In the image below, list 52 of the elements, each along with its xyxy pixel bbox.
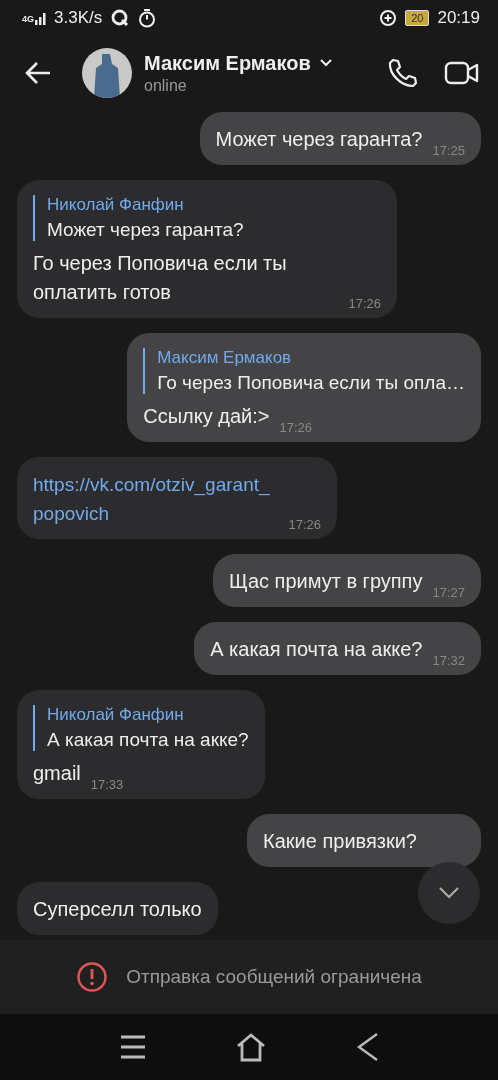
message-time: 17:26 <box>279 420 312 435</box>
message-text: Ссылку дай:> <box>143 404 270 429</box>
timer-icon <box>138 8 157 28</box>
message-text: Щас примут в группу <box>228 569 423 594</box>
message-bubble[interactable]: Суперселл только <box>17 882 218 935</box>
message-bubble[interactable]: Николай Фанфин А какая почта на акке? gmail 17:33 <box>17 690 265 799</box>
notice-text: Отправка сообщений ограничена <box>126 966 422 988</box>
reply-author: Николай Фанфин <box>47 705 185 725</box>
contact-name[interactable]: Максим Ермаков <box>144 51 311 75</box>
battery-indicator: 20 <box>405 10 430 26</box>
reply-author: Максим Ермаков <box>157 348 293 368</box>
message-bubble[interactable]: Николай Фанфин Может через гаранта? Го через Поповича если ты оплатить готов 17:26 <box>17 180 397 318</box>
home-icon[interactable] <box>235 1032 267 1062</box>
message-bubble[interactable]: А какая почта на акке? 17:32 <box>194 622 481 675</box>
avatar[interactable] <box>82 48 132 98</box>
message-bubble[interactable]: https://vk.com/otziv_garant_popovich 17:26 <box>17 457 337 539</box>
reply-text: А какая почта на акке? <box>47 729 249 751</box>
clock: 20:19 <box>437 8 480 28</box>
message-time: 17:26 <box>348 296 381 311</box>
network-indicator: 4G <box>22 14 34 24</box>
message-text: gmail <box>33 761 81 786</box>
link[interactable]: https://vk.com/otziv_garant_popovich <box>33 470 279 528</box>
message-bubble[interactable]: Может через гаранта? 17:25 <box>199 112 481 165</box>
message-text: Какие привязки? <box>263 829 417 854</box>
chevron-down-icon[interactable] <box>318 58 333 68</box>
back-icon[interactable] <box>355 1032 379 1062</box>
menu-icon[interactable] <box>119 1033 147 1061</box>
message-text: А какая почта на акке? <box>210 637 423 662</box>
reply-author: Николай Фанфин <box>47 195 185 215</box>
reply-text: Го через Поповича если ты опла… <box>157 372 465 394</box>
message-bubble[interactable]: Щас примут в группу 17:27 <box>212 554 481 607</box>
message-bubble[interactable]: Какие привязки? <box>247 814 481 867</box>
message-time: 17:26 <box>288 517 321 532</box>
contact-status: online <box>144 76 188 95</box>
message-text: Может через гаранта? <box>215 127 423 152</box>
data-saver-icon <box>379 9 398 27</box>
message-text: Суперселл только <box>33 897 202 922</box>
reply-text: Может через гаранта? <box>47 219 245 241</box>
message-text: Го через Поповича если ты оплатить готов <box>33 251 288 305</box>
message-time: 17:32 <box>432 653 465 668</box>
back-arrow-icon[interactable] <box>24 61 52 85</box>
network-speed: 3.3K/s <box>54 8 103 28</box>
message-bubble[interactable]: Максим Ермаков Го через Поповича если ты опла… Ссылку дай:> 17:26 <box>127 333 481 442</box>
search-icon <box>110 8 131 28</box>
warning-icon <box>76 961 109 993</box>
chevron-down-icon <box>437 886 461 900</box>
video-camera-icon[interactable] <box>444 60 480 86</box>
message-time: 17:33 <box>90 777 124 792</box>
phone-icon[interactable] <box>386 57 418 89</box>
message-time: 17:27 <box>432 585 465 600</box>
signal-icon <box>34 11 48 25</box>
message-time: 17:25 <box>432 143 465 158</box>
